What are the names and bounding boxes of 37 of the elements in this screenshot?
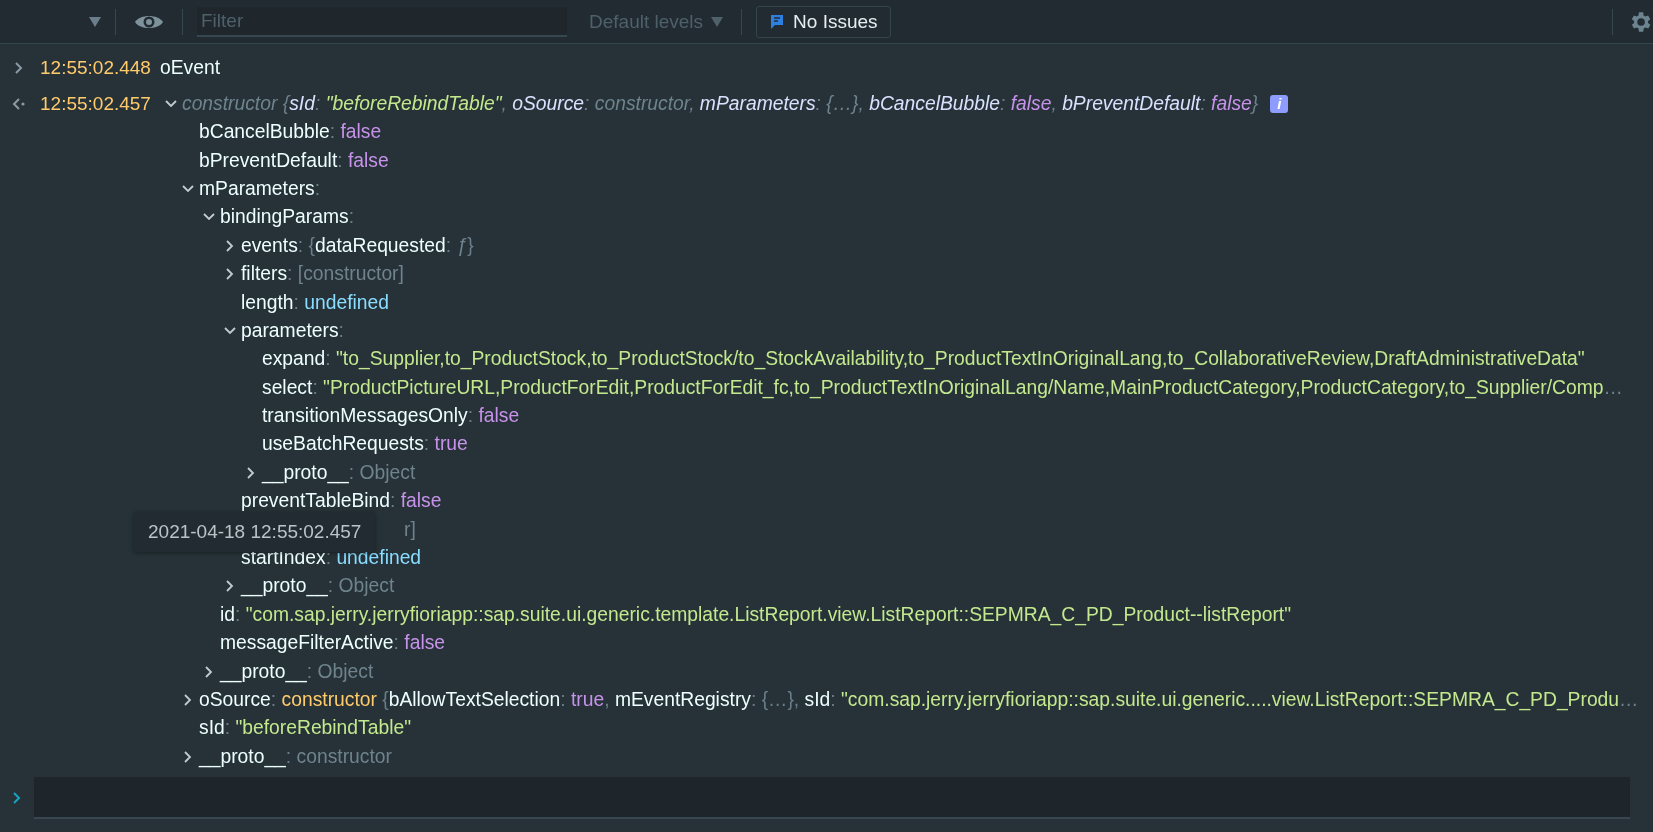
prompt-chevron-icon bbox=[12, 791, 22, 805]
property-line: r] bbox=[404, 518, 416, 541]
property-line: bindingParams: bbox=[220, 206, 354, 229]
caret-icon bbox=[711, 16, 724, 27]
property-line: bCancelBubble: false bbox=[199, 121, 382, 144]
property-line: parameters: bbox=[241, 319, 344, 342]
issues-button[interactable]: No Issues bbox=[756, 5, 891, 38]
property-line: sId: "beforeRebindTable" bbox=[199, 717, 411, 740]
timestamp-tooltip: 2021-04-18 12:55:02.457 bbox=[134, 512, 376, 552]
object-summary: oEvent bbox=[160, 57, 221, 79]
property-line: events: {dataRequested: ƒ} bbox=[241, 234, 474, 257]
property-line: mParameters: bbox=[199, 177, 321, 200]
property-line: messageFilterActive: false bbox=[220, 632, 446, 655]
property-line: length: undefined bbox=[241, 291, 389, 314]
property-line: __proto__: constructor bbox=[199, 745, 392, 768]
timestamp: 12:55:02.448 bbox=[40, 57, 152, 79]
property-line: id: "com.sap.jerry.jerryfioriapp::sap.suite.ui.generic.template.ListReport.view.ListReport::SEPMRA_C_PD_Product--listReport" bbox=[220, 603, 1292, 626]
property-line: oSource: constructor {bAllowTextSelection: true, mEventRegistry: {…}, sId: "com.sap.jerry.jerryfioriapp::sap.suite.ui.generic.....view.ListReport::SEPMRA_C_PD_Produ… bbox=[199, 689, 1639, 711]
property-line: select: "ProductPictureURL,ProductForEdit,ProductForEdit_fc,to_ProductTextInOriginalLang/Name,MainProductCategory,ProductCategory,to_Supplier/Comp… bbox=[262, 376, 1623, 399]
object-summary: constructor {sId: "beforeRebindTable", oSource: constructor, mParameters: {…}, bCancelBubble: false, bPreventDefault: false} bbox=[182, 92, 1259, 115]
property-line: __proto__: Object bbox=[220, 660, 374, 683]
property-line: transitionMessagesOnly: false bbox=[262, 405, 520, 428]
property-line: bPreventDefault: false bbox=[199, 149, 389, 172]
property-line: __proto__: Object bbox=[241, 575, 395, 598]
property-line: __proto__: Object bbox=[262, 461, 416, 484]
property-line: preventTableBind: false bbox=[241, 490, 442, 513]
property-line: useBatchRequests: true bbox=[262, 433, 468, 456]
result-arrow-icon bbox=[12, 96, 26, 111]
timestamp: 12:55:02.457 bbox=[40, 92, 152, 115]
property-line: expand: "to_Supplier,to_ProductStock,to_ProductStock/to_StockAvailability,to_ProductTextInOriginalLang,to_CollaborativeReview,DraftAdministrativeData" bbox=[262, 348, 1585, 371]
console-input[interactable] bbox=[34, 777, 1630, 819]
caret-icon[interactable] bbox=[89, 16, 101, 27]
levels-dropdown[interactable]: Default levels bbox=[585, 6, 728, 37]
message-icon bbox=[769, 13, 786, 30]
filter-field[interactable]: Filter bbox=[197, 6, 567, 37]
info-badge[interactable]: i bbox=[1270, 94, 1289, 113]
property-line: filters: [constructor] bbox=[241, 263, 404, 286]
